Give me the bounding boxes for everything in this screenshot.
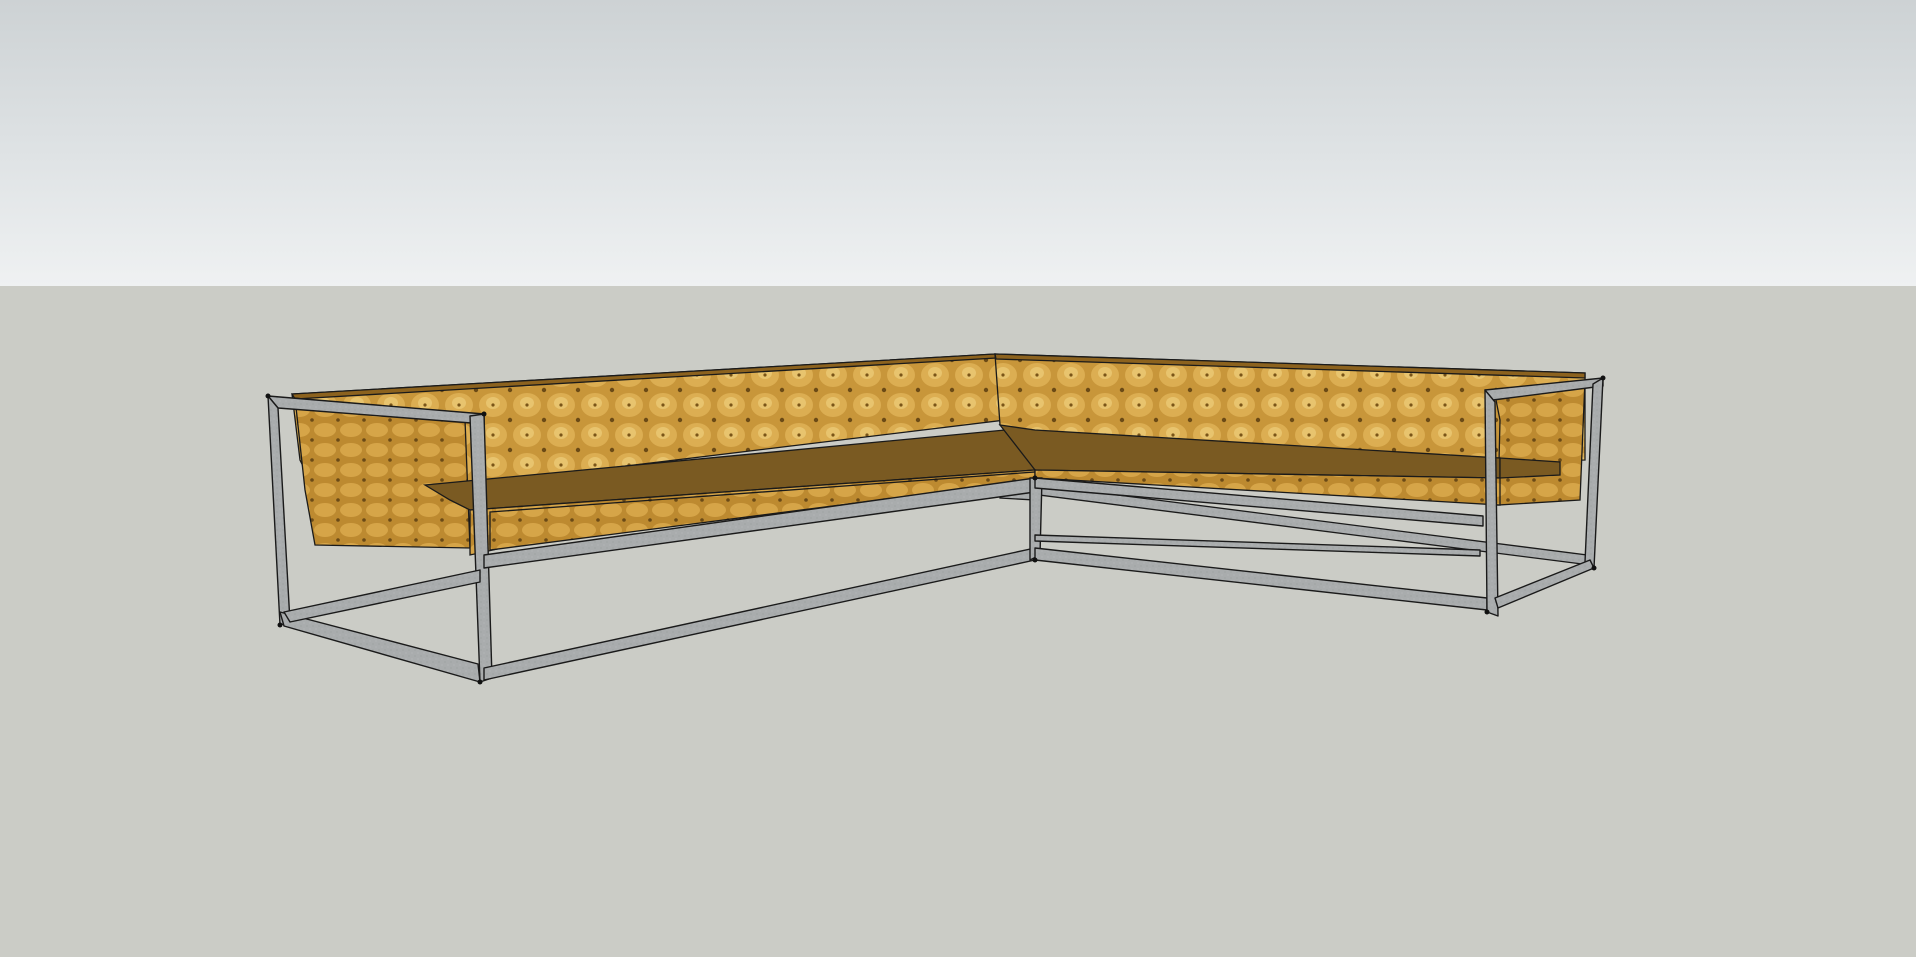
sketchup-viewport[interactable] — [0, 0, 1916, 957]
arm-cushion-right — [1494, 379, 1586, 506]
sofa-model[interactable] — [0, 0, 1916, 957]
